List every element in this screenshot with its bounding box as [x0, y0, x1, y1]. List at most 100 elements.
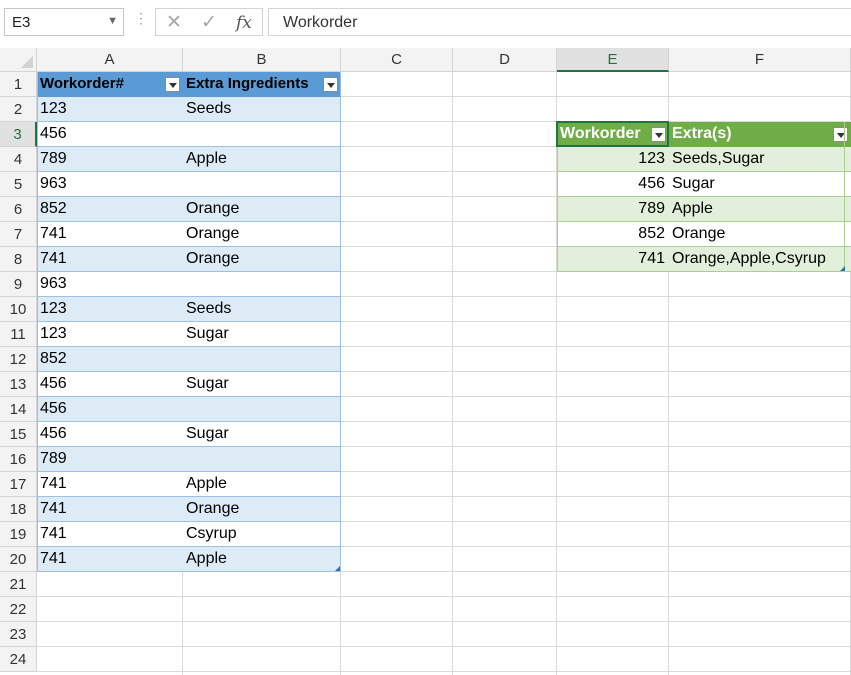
column-header-a[interactable]: A — [37, 48, 183, 72]
enter-check-icon[interactable]: ✓ — [201, 11, 217, 34]
row-header-2[interactable]: 2 — [0, 97, 37, 122]
table1-cell-extra[interactable] — [183, 172, 341, 197]
table2-cell-workorder[interactable]: 789 — [557, 197, 669, 222]
table1-cell-workorder[interactable]: 456 — [37, 397, 183, 422]
row-header-3[interactable]: 3 — [0, 122, 37, 147]
row-header-13[interactable]: 13 — [0, 372, 37, 397]
table1-cell-workorder[interactable]: 456 — [37, 422, 183, 447]
select-all-corner[interactable] — [0, 48, 37, 72]
table1-cell-extra[interactable]: Sugar — [183, 322, 341, 347]
table2-resize-handle[interactable] — [840, 266, 845, 271]
name-box-dropdown-icon[interactable]: ▼ — [107, 15, 118, 27]
column-header-d[interactable]: D — [453, 48, 557, 72]
table1-cell-extra[interactable]: Orange — [183, 222, 341, 247]
table1-cell-extra[interactable]: Seeds — [183, 297, 341, 322]
filter-dropdown-icon[interactable] — [165, 77, 180, 92]
table2-cell-extras[interactable]: Apple — [669, 197, 851, 222]
formula-bar: E3 ▼ ⋮ ✕ ✓ fx Workorder — [0, 0, 851, 45]
row-header-14[interactable]: 14 — [0, 397, 37, 422]
formula-bar-grip-icon[interactable]: ⋮ — [134, 10, 148, 27]
row-header-11[interactable]: 11 — [0, 322, 37, 347]
table1-cell-workorder[interactable]: 852 — [37, 347, 183, 372]
cancel-icon[interactable]: ✕ — [166, 11, 182, 34]
column-header-b[interactable]: B — [183, 48, 341, 72]
table2-cell-workorder[interactable]: 852 — [557, 222, 669, 247]
table1-cell-workorder[interactable]: 852 — [37, 197, 183, 222]
row-header-23[interactable]: 23 — [0, 622, 37, 647]
gridline-horizontal — [37, 646, 851, 647]
column-header-c[interactable]: C — [341, 48, 453, 72]
table1-cell-workorder[interactable]: 789 — [37, 447, 183, 472]
row-header-17[interactable]: 17 — [0, 472, 37, 497]
column-header-e[interactable]: E — [557, 48, 669, 72]
row-header-9[interactable]: 9 — [0, 272, 37, 297]
table1-cell-extra[interactable] — [183, 447, 341, 472]
table1-cell-extra[interactable] — [183, 397, 341, 422]
name-box[interactable]: E3 ▼ — [4, 8, 124, 36]
formula-input[interactable]: Workorder — [268, 8, 851, 36]
table2-cell-extras[interactable]: Sugar — [669, 172, 851, 197]
row-header-21[interactable]: 21 — [0, 572, 37, 597]
gridline-vertical — [452, 72, 453, 675]
column-header-f[interactable]: F — [669, 48, 851, 72]
table1-header-workorder[interactable]: Workorder# — [37, 72, 183, 97]
table1-cell-extra[interactable] — [183, 272, 341, 297]
filter-dropdown-icon[interactable] — [651, 127, 666, 142]
table1-cell-extra[interactable]: Orange — [183, 497, 341, 522]
table2-header-extras[interactable]: Extra(s) — [669, 122, 851, 147]
table1-cell-extra[interactable] — [183, 122, 341, 147]
row-header-8[interactable]: 8 — [0, 247, 37, 272]
row-header-19[interactable]: 19 — [0, 522, 37, 547]
table1-cell-workorder[interactable]: 741 — [37, 497, 183, 522]
insert-function-icon[interactable]: fx — [236, 13, 252, 33]
row-header-16[interactable]: 16 — [0, 447, 37, 472]
row-header-24[interactable]: 24 — [0, 647, 37, 672]
row-header-7[interactable]: 7 — [0, 222, 37, 247]
table1-resize-handle[interactable] — [335, 566, 340, 571]
table1-cell-extra[interactable]: Apple — [183, 147, 341, 172]
spreadsheet-grid[interactable]: A B C D E F 1 2 3 4 5 6 7 8 9 10 11 12 13 14 15 16 17 18 19 20 21 2… — [0, 48, 851, 675]
table2-cell-workorder[interactable]: 456 — [557, 172, 669, 197]
table1-cell-workorder[interactable]: 123 — [37, 97, 183, 122]
table2-cell-workorder[interactable]: 741 — [557, 247, 669, 272]
filter-dropdown-icon[interactable] — [833, 127, 848, 142]
row-header-10[interactable]: 10 — [0, 297, 37, 322]
row-header-20[interactable]: 20 — [0, 547, 37, 572]
table1-cell-extra[interactable]: Orange — [183, 197, 341, 222]
table1-cell-workorder[interactable]: 789 — [37, 147, 183, 172]
table1-cell-extra[interactable]: Sugar — [183, 422, 341, 447]
table1-cell-workorder[interactable]: 123 — [37, 322, 183, 347]
table1-header-extra-ingredients[interactable]: Extra Ingredients — [183, 72, 341, 97]
row-header-1[interactable]: 1 — [0, 72, 37, 97]
row-header-15[interactable]: 15 — [0, 422, 37, 447]
filter-dropdown-icon[interactable] — [323, 77, 338, 92]
row-header-18[interactable]: 18 — [0, 497, 37, 522]
table1-cell-extra[interactable]: Orange — [183, 247, 341, 272]
table1-cell-extra[interactable]: Apple — [183, 547, 341, 572]
table2-cell-extras[interactable]: Orange — [669, 222, 851, 247]
table1-cell-workorder[interactable]: 123 — [37, 297, 183, 322]
table1-cell-workorder[interactable]: 456 — [37, 372, 183, 397]
row-header-5[interactable]: 5 — [0, 172, 37, 197]
table1-cell-extra[interactable]: Seeds — [183, 97, 341, 122]
table1-cell-workorder[interactable]: 456 — [37, 122, 183, 147]
table1-cell-workorder[interactable]: 741 — [37, 472, 183, 497]
table1-cell-extra[interactable]: Sugar — [183, 372, 341, 397]
table2-cell-extras[interactable]: Orange,Apple,Csyrup — [669, 247, 851, 272]
table1-cell-workorder[interactable]: 741 — [37, 222, 183, 247]
table1-cell-extra[interactable]: Csyrup — [183, 522, 341, 547]
table1-cell-workorder[interactable]: 963 — [37, 272, 183, 297]
row-header-12[interactable]: 12 — [0, 347, 37, 372]
table1-cell-extra[interactable]: Apple — [183, 472, 341, 497]
table1-cell-workorder[interactable]: 741 — [37, 522, 183, 547]
row-header-4[interactable]: 4 — [0, 147, 37, 172]
table2-header-workorder[interactable]: Workorder — [557, 122, 669, 147]
table1-cell-workorder[interactable]: 963 — [37, 172, 183, 197]
table1-cell-workorder[interactable]: 741 — [37, 247, 183, 272]
row-header-6[interactable]: 6 — [0, 197, 37, 222]
table2-cell-extras[interactable]: Seeds,Sugar — [669, 147, 851, 172]
row-header-22[interactable]: 22 — [0, 597, 37, 622]
table2-cell-workorder[interactable]: 123 — [557, 147, 669, 172]
table1-cell-extra[interactable] — [183, 347, 341, 372]
table1-cell-workorder[interactable]: 741 — [37, 547, 183, 572]
